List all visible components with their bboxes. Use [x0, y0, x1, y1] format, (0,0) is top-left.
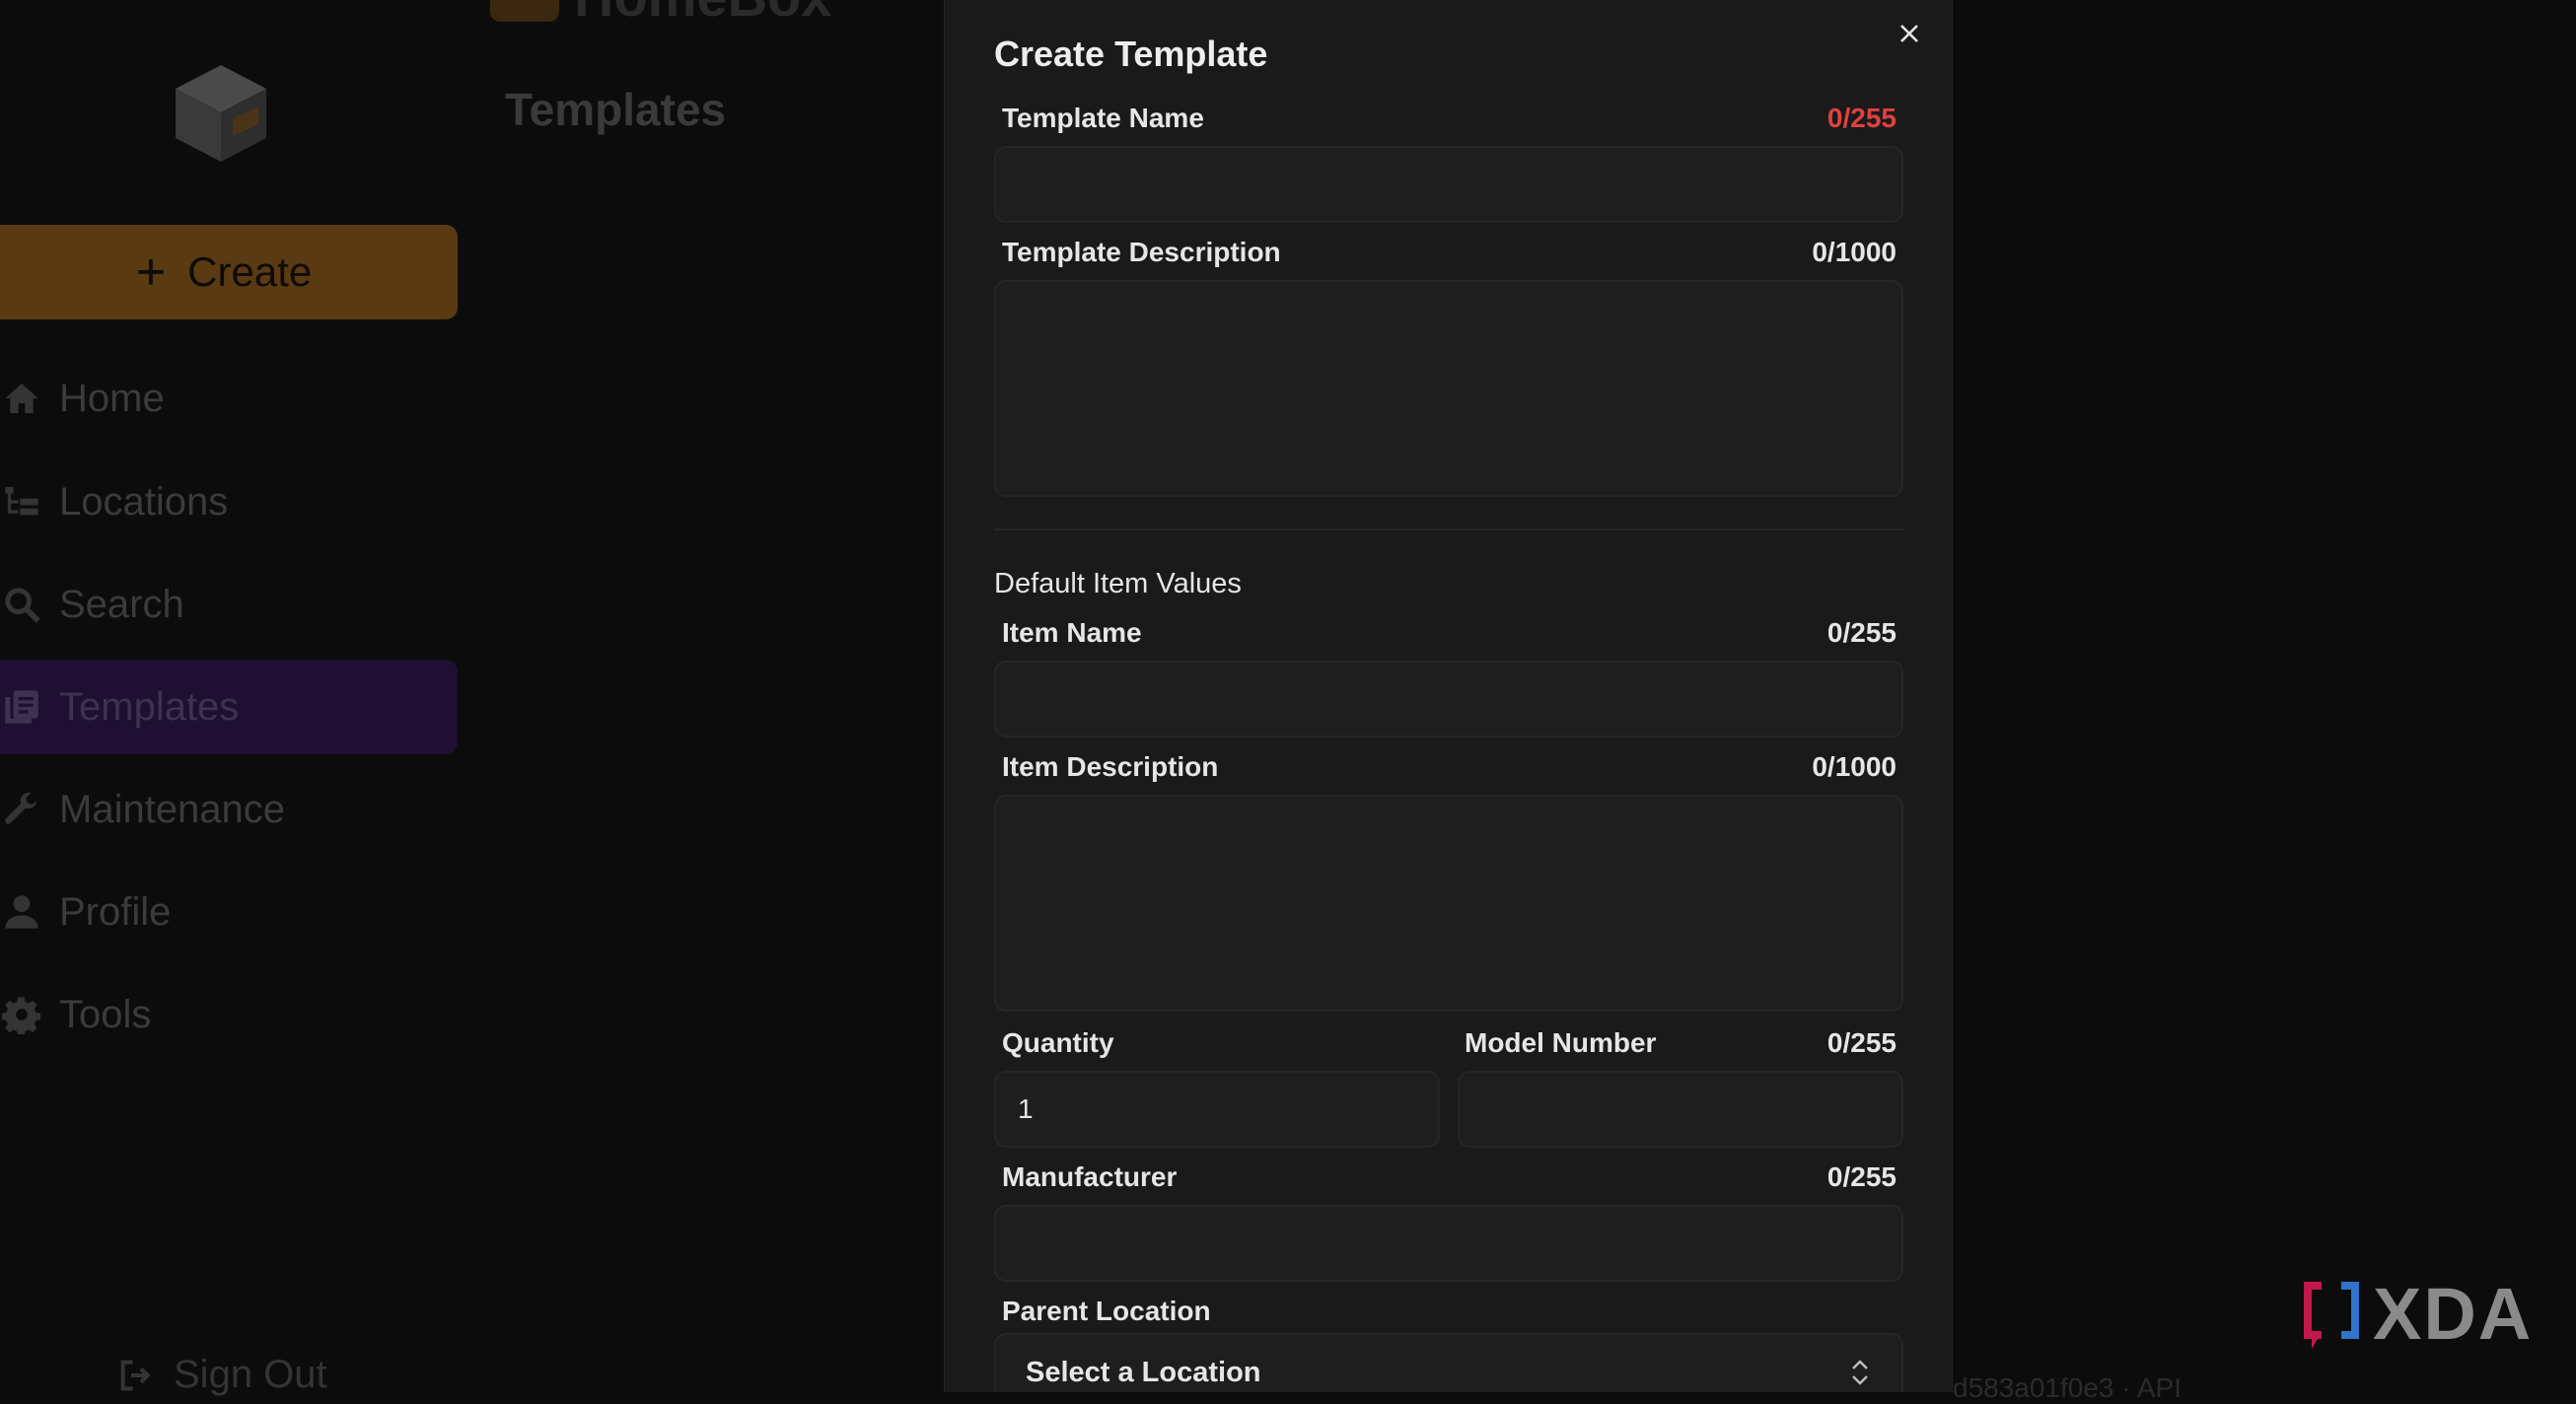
sidebar-item-templates[interactable]: Templates — [0, 660, 458, 754]
item-description-counter: 0/1000 — [1812, 751, 1896, 782]
sidebar-item-label: Tools — [59, 992, 152, 1036]
homebox-logo — [168, 59, 274, 166]
sign-out-button[interactable]: Sign Out — [116, 1353, 327, 1397]
sidebar-item-label: Templates — [59, 684, 240, 729]
select-chevron-icon — [1852, 1360, 1868, 1385]
item-name-counter: 0/255 — [1826, 617, 1896, 648]
sidebar-item-label: Profile — [59, 889, 172, 934]
brand-logo-chip — [490, 0, 559, 22]
sign-out-icon — [120, 1360, 151, 1390]
brand-name: HomeBox — [574, 0, 831, 29]
xda-logo-icon — [2304, 1282, 2359, 1349]
template-description-input[interactable] — [994, 280, 1903, 497]
templates-icon — [5, 690, 38, 724]
create-template-modal: Create Template Template Name 0/255 Temp… — [944, 0, 1953, 1392]
plus-icon: + — [135, 244, 167, 301]
sign-out-label: Sign Out — [174, 1353, 327, 1396]
item-name-label: Item Name — [1002, 617, 1142, 648]
template-description-label: Template Description — [1002, 237, 1281, 267]
template-name-label: Template Name — [1002, 103, 1204, 133]
footer-build-info: d583a01f0e3 · API — [1953, 1372, 2182, 1403]
parent-location-label: Parent Location — [1002, 1296, 1211, 1326]
model-number-input[interactable] — [1458, 1071, 1903, 1148]
user-icon — [5, 895, 38, 929]
wrench-icon — [5, 793, 37, 824]
close-button[interactable] — [1892, 16, 1927, 51]
sidebar-item-profile[interactable]: Profile — [0, 865, 458, 959]
item-name-input[interactable] — [994, 661, 1903, 737]
home-icon — [5, 384, 38, 413]
search-icon — [5, 588, 40, 623]
create-button[interactable]: + Create — [0, 225, 458, 319]
sidebar-item-maintenance[interactable]: Maintenance — [0, 762, 458, 857]
section-divider — [994, 528, 1903, 530]
default-item-values-heading: Default Item Values — [994, 568, 1242, 599]
model-number-counter: 0/255 — [1826, 1027, 1896, 1058]
manufacturer-counter: 0/255 — [1826, 1161, 1896, 1192]
sidebar-item-home[interactable]: Home — [0, 351, 458, 446]
close-icon — [1900, 25, 1918, 42]
sidebar: + Create Home Locations Search Templates… — [0, 0, 464, 1396]
page-title: Templates — [505, 84, 727, 135]
quantity-label: Quantity — [1002, 1027, 1114, 1058]
template-description-counter: 0/1000 — [1812, 237, 1896, 267]
sidebar-item-locations[interactable]: Locations — [0, 455, 458, 549]
sidebar-item-label: Search — [59, 582, 184, 626]
locations-tree-icon — [5, 487, 38, 516]
template-name-input[interactable] — [994, 146, 1903, 223]
xda-watermark: XDA — [2300, 1272, 2546, 1355]
quantity-input[interactable] — [994, 1071, 1440, 1148]
parent-location-selected: Select a Location — [1026, 1356, 1261, 1388]
sidebar-item-label: Home — [59, 376, 165, 420]
item-description-label: Item Description — [1002, 751, 1219, 782]
xda-watermark-text: XDA — [2373, 1272, 2534, 1355]
parent-location-select[interactable]: Select a Location — [994, 1333, 1903, 1392]
manufacturer-label: Manufacturer — [1002, 1161, 1178, 1192]
manufacturer-input[interactable] — [994, 1205, 1903, 1282]
sidebar-item-search[interactable]: Search — [0, 557, 458, 652]
model-number-label: Model Number — [1465, 1027, 1657, 1058]
gear-icon — [2, 997, 41, 1034]
create-button-label: Create — [187, 248, 313, 295]
modal-title: Create Template — [994, 34, 1268, 74]
sidebar-item-tools[interactable]: Tools — [0, 967, 458, 1062]
sidebar-item-label: Maintenance — [59, 787, 286, 831]
item-description-input[interactable] — [994, 795, 1903, 1012]
template-name-counter: 0/255 — [1826, 103, 1896, 133]
sidebar-item-label: Locations — [59, 479, 229, 524]
